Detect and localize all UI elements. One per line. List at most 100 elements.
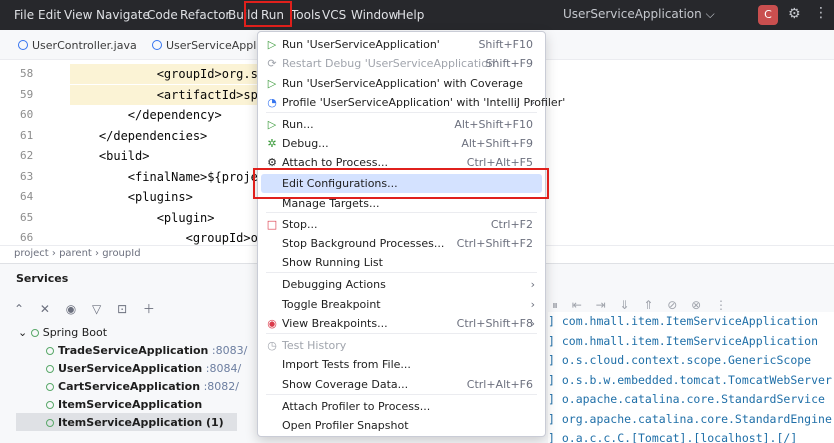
- code-line: </dependency>: [70, 108, 222, 122]
- console-output[interactable]: ] com.hmall.item.ItemServiceApplication]…: [548, 312, 834, 443]
- spring-app-icon: [46, 347, 54, 355]
- java-class-icon: [152, 40, 162, 50]
- line-number: 66: [20, 231, 34, 244]
- menu-item-label: Restart Debug 'UserServiceApplication': [282, 57, 498, 70]
- more-icon[interactable]: ⋮: [814, 5, 828, 21]
- menu-tools[interactable]: Tools: [291, 8, 321, 22]
- menu-item-label: Debugging Actions: [282, 278, 386, 291]
- run-menu-item[interactable]: ▷ Run 'UserServiceApplication' Shift+F10: [258, 35, 545, 55]
- menu-item-label: Stop Background Processes...: [282, 237, 445, 250]
- menu-refactor[interactable]: Refactor: [180, 8, 230, 22]
- menu-item-label: View Breakpoints...: [282, 317, 388, 330]
- service-port[interactable]: :8082/: [204, 380, 239, 393]
- console-line: ] o.s.b.w.embedded.tomcat.TomcatWebServe…: [548, 372, 832, 387]
- breakpoints-icon: ◉: [267, 317, 277, 330]
- run-icon: ▷: [267, 38, 277, 51]
- menu-item-label: Run 'UserServiceApplication': [282, 38, 440, 51]
- avatar[interactable]: C: [758, 5, 778, 25]
- menu-item-label: Open Profiler Snapshot: [282, 419, 409, 432]
- console-line: ] o.a.c.c.C.[Tomcat].[localhost].[/]: [548, 431, 798, 443]
- menu-code[interactable]: Code: [147, 8, 178, 22]
- spring-boot-icon: [30, 329, 39, 337]
- console-line: ] com.hmall.item.ItemServiceApplication: [548, 314, 819, 328]
- spring-app-icon: [46, 383, 54, 391]
- spring-app-icon: [46, 365, 54, 373]
- line-number: 60: [20, 108, 34, 121]
- menu-file[interactable]: File: [14, 8, 34, 22]
- tree-item-service[interactable]: ItemServiceApplication (1): [46, 416, 224, 429]
- service-port[interactable]: :8083/: [212, 344, 247, 357]
- service-name: UserServiceApplication: [58, 362, 203, 375]
- menu-window[interactable]: Window: [351, 8, 398, 22]
- service-name: CartServiceApplication: [58, 380, 201, 393]
- run-menu-item[interactable]: Stop Background Processes... Ctrl+Shift+F…: [258, 234, 545, 254]
- run-menu-item[interactable]: ⟳ Restart Debug 'UserServiceApplication' S…: [258, 54, 545, 74]
- run-menu-item[interactable]: ▷ Run... Alt+Shift+F10: [258, 115, 545, 135]
- line-number: 62: [20, 149, 34, 162]
- console-line: ] o.s.cloud.context.scope.GenericScope: [548, 353, 812, 367]
- menu-item-label: Toggle Breakpoint: [282, 298, 381, 311]
- tab-user-controller[interactable]: UserController.java: [18, 39, 137, 52]
- line-number: 64: [20, 190, 34, 203]
- service-name: TradeServiceApplication: [58, 344, 209, 357]
- spring-app-icon: [46, 419, 54, 427]
- menu-item-label: Debug...: [282, 137, 329, 150]
- tab-label: UserController.java: [32, 39, 137, 52]
- menu-item-shortcut: Ctrl+F2: [490, 218, 533, 231]
- tree-item-service[interactable]: TradeServiceApplication :8083/: [46, 344, 247, 357]
- panel-title: Services: [16, 272, 69, 285]
- run-menu-item[interactable]: Debugging Actions ›: [258, 275, 545, 295]
- console-line: ] o.apache.catalina.core.StandardService: [548, 392, 825, 406]
- run-menu-item[interactable]: Open Profiler Snapshot: [258, 416, 545, 436]
- menu-item-label: Profile 'UserServiceApplication' with 'I…: [282, 96, 566, 109]
- run-menu-item[interactable]: ▷ Run 'UserServiceApplication' with Cover…: [258, 74, 545, 94]
- run-menu-item[interactable]: ✲ Debug... Alt+Shift+F9: [258, 134, 545, 154]
- menu-item-shortcut: Alt+Shift+F10: [454, 118, 533, 131]
- debug-icon: ✲: [267, 137, 277, 150]
- line-number: 59: [20, 87, 34, 101]
- stop-icon: □: [266, 218, 278, 231]
- code-line: </dependencies>: [70, 128, 208, 143]
- run-menu-dropdown: ▷ Run 'UserServiceApplication' Shift+F10 ⟳ R…: [257, 31, 565, 437]
- console-toolbar[interactable]: ⏸ ⇤ ⇥ ⇓ ⇑ ⊘ ⊗ ⋮: [552, 298, 732, 313]
- menu-view[interactable]: View: [64, 8, 92, 22]
- tree-label: Spring Boot: [42, 326, 108, 339]
- code-line: <groupId>org.spri: [70, 64, 280, 84]
- menu-item-label: Show Coverage Data...: [282, 378, 409, 391]
- run-menu-item[interactable]: Import Tests from File...: [258, 355, 545, 375]
- menu-item-shortcut: Ctrl+Shift+F2: [456, 237, 533, 250]
- service-port[interactable]: :8084/: [206, 362, 241, 375]
- menu-item-shortcut: Ctrl+Shift+F8: [456, 317, 533, 330]
- run-menu-item[interactable]: Show Running List: [258, 253, 545, 273]
- menu-navigate[interactable]: Navigate: [96, 8, 150, 22]
- run-menu-item[interactable]: ◔ Profile 'UserServiceApplication' with '…: [258, 93, 565, 113]
- menu-item-label: Show Running List: [282, 256, 383, 269]
- code-line: <artifactId>sprin: [70, 84, 280, 105]
- run-menu-item[interactable]: Toggle Breakpoint ›: [258, 295, 545, 315]
- run-menu-highlight-box: [244, 1, 292, 27]
- run-menu-item[interactable]: Show Coverage Data... Ctrl+Alt+F6: [258, 375, 545, 395]
- menu-help[interactable]: Help: [397, 8, 424, 22]
- tree-item-service[interactable]: CartServiceApplication :8082/: [46, 380, 239, 393]
- menu-edit[interactable]: Edit: [38, 8, 61, 22]
- title-bar: File Edit View Navigate Code Refactor Bu…: [0, 0, 834, 30]
- run-menu-item[interactable]: ◷ Test History: [258, 336, 545, 356]
- tree-root-spring-boot[interactable]: ⌄ Spring Boot: [18, 326, 107, 339]
- gear-icon[interactable]: ⚙: [788, 6, 801, 22]
- menu-item-label: Stop...: [282, 218, 318, 231]
- menu-vcs[interactable]: VCS: [322, 8, 346, 22]
- run-menu-item[interactable]: ◉ View Breakpoints... Ctrl+Shift+F8 ›: [258, 314, 545, 334]
- run-menu-item[interactable]: Attach Profiler to Process...: [258, 397, 545, 417]
- chevron-right-icon: ›: [530, 96, 535, 109]
- tree-item-service[interactable]: UserServiceApplication :8084/: [46, 362, 241, 375]
- console-line: ] com.hmall.item.ItemServiceApplication: [548, 333, 819, 348]
- code-line: <finalName>${project.: [70, 169, 280, 184]
- ide-window: File Edit View Navigate Code Refactor Bu…: [0, 0, 834, 443]
- menu-item-shortcut: Shift+F10: [478, 38, 533, 51]
- run-configuration-selector[interactable]: UserServiceApplication ⌵: [563, 7, 715, 22]
- code-line: <plugin>: [70, 210, 215, 225]
- menu-item-label: Attach Profiler to Process...: [282, 400, 431, 413]
- tree-item-service[interactable]: ItemServiceApplication: [46, 398, 202, 411]
- run-menu-item[interactable]: □ Stop... Ctrl+F2: [258, 215, 545, 235]
- services-toolbar[interactable]: ⌃ ✕ ◉ ▽ ⊡ ＋: [14, 300, 161, 317]
